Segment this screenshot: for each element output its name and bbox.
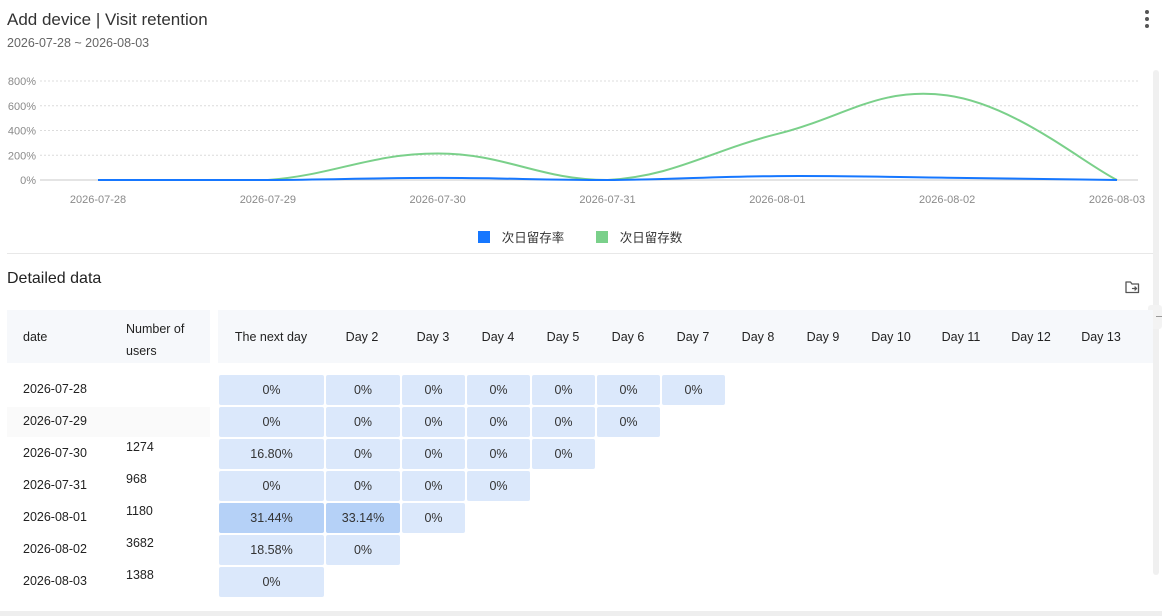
- retention-cell[interactable]: 16.80%: [219, 439, 324, 469]
- legend-swatch-count: [595, 230, 608, 243]
- retention-cell[interactable]: 31.44%: [219, 503, 324, 533]
- retention-cell[interactable]: 0%: [532, 439, 595, 469]
- row-date: 2026-08-02: [23, 542, 87, 556]
- retention-cell[interactable]: 0%: [467, 471, 530, 501]
- col-header-users: Number of users: [126, 322, 185, 358]
- retention-cell[interactable]: 0%: [402, 439, 465, 469]
- section-title: Detailed data: [7, 270, 102, 287]
- row-date: 2026-07-30: [23, 446, 87, 460]
- retention-cell[interactable]: 0%: [597, 407, 660, 437]
- retention-cell[interactable]: 33.14%: [326, 503, 400, 533]
- retention-cell[interactable]: 0%: [532, 407, 595, 437]
- legend-item-count[interactable]: 次日留存数: [595, 227, 683, 246]
- retention-cell[interactable]: 0%: [662, 375, 725, 405]
- export-icon[interactable]: [1124, 278, 1141, 295]
- retention-cell[interactable]: 0%: [467, 407, 530, 437]
- row-users: 1274: [126, 440, 154, 454]
- retention-line-chart: 800% 600% 400% 200% 0% 2026-07-28 2026-07-29 20…: [8, 76, 1145, 206]
- retention-cell[interactable]: 0%: [326, 375, 400, 405]
- page-title: Add device | Visit retention: [7, 10, 208, 29]
- divider: [7, 253, 1153, 254]
- col-header-day: The next day: [234, 330, 308, 344]
- retention-cell[interactable]: 0%: [219, 471, 324, 501]
- retention-cell[interactable]: 0%: [326, 535, 400, 565]
- retention-cell[interactable]: 0%: [219, 567, 324, 597]
- row-users: 1388: [126, 568, 154, 582]
- x-tick-label: 2026-08-02: [919, 194, 975, 206]
- legend-label-count: 次日留存数: [619, 231, 683, 245]
- row-users: 3682: [126, 536, 154, 550]
- retention-cell[interactable]: 0%: [326, 471, 400, 501]
- row-date: 2026-07-31: [23, 478, 87, 492]
- series-line: [98, 175, 1118, 182]
- x-tick-label: 2026-08-01: [749, 194, 805, 206]
- retention-cell[interactable]: 0%: [402, 407, 465, 437]
- y-tick-label: 600%: [8, 101, 36, 113]
- y-tick-label: 400%: [8, 126, 36, 138]
- retention-cell[interactable]: 0%: [326, 439, 400, 469]
- more-vertical-icon[interactable]: [1138, 8, 1156, 32]
- retention-cell[interactable]: 0%: [467, 375, 530, 405]
- col-header-day: Day 13: [1081, 330, 1121, 344]
- y-tick-label: 0%: [20, 175, 36, 187]
- row-date: 2026-08-03: [23, 574, 87, 588]
- legend-item-rate[interactable]: 次日留存率: [477, 227, 565, 246]
- retention-cell[interactable]: 0%: [219, 407, 324, 437]
- row-date: 2026-07-29: [23, 414, 87, 428]
- row-users: 1180: [126, 504, 153, 518]
- row-users: 968: [126, 472, 147, 486]
- retention-cell[interactable]: 0%: [326, 407, 400, 437]
- retention-cell[interactable]: 0%: [402, 471, 465, 501]
- y-tick-label: 200%: [8, 150, 36, 162]
- retention-cell[interactable]: 0%: [597, 375, 660, 405]
- row-date: 2026-08-01: [23, 510, 87, 524]
- legend-swatch-rate: [477, 230, 490, 243]
- col-header-date: date: [23, 330, 48, 344]
- x-tick-label: 2026-07-31: [579, 194, 635, 206]
- retention-cell[interactable]: 0%: [402, 375, 465, 405]
- retention-cell[interactable]: 0%: [219, 375, 324, 405]
- chart-legend: 次日留存率 次日留存数: [0, 227, 1160, 246]
- legend-label-rate: 次日留存率: [501, 231, 565, 245]
- x-tick-label: 2026-07-30: [410, 194, 466, 206]
- series-line: [98, 92, 1118, 182]
- date-range: 2026-07-28 ~ 2026-08-03: [7, 36, 150, 50]
- x-tick-label: 2026-08-03: [1089, 194, 1145, 206]
- retention-cell[interactable]: 0%: [467, 439, 530, 469]
- x-tick-label: 2026-07-29: [240, 194, 296, 206]
- retention-cell[interactable]: 18.58%: [219, 535, 324, 565]
- row-date: 2026-07-28: [23, 382, 87, 396]
- retention-cell[interactable]: 0%: [402, 503, 465, 533]
- x-tick-label: 2026-07-28: [70, 194, 126, 206]
- retention-cell[interactable]: 0%: [532, 375, 595, 405]
- horizontal-scrollbar[interactable]: [0, 611, 1162, 616]
- y-tick-label: 800%: [8, 76, 36, 88]
